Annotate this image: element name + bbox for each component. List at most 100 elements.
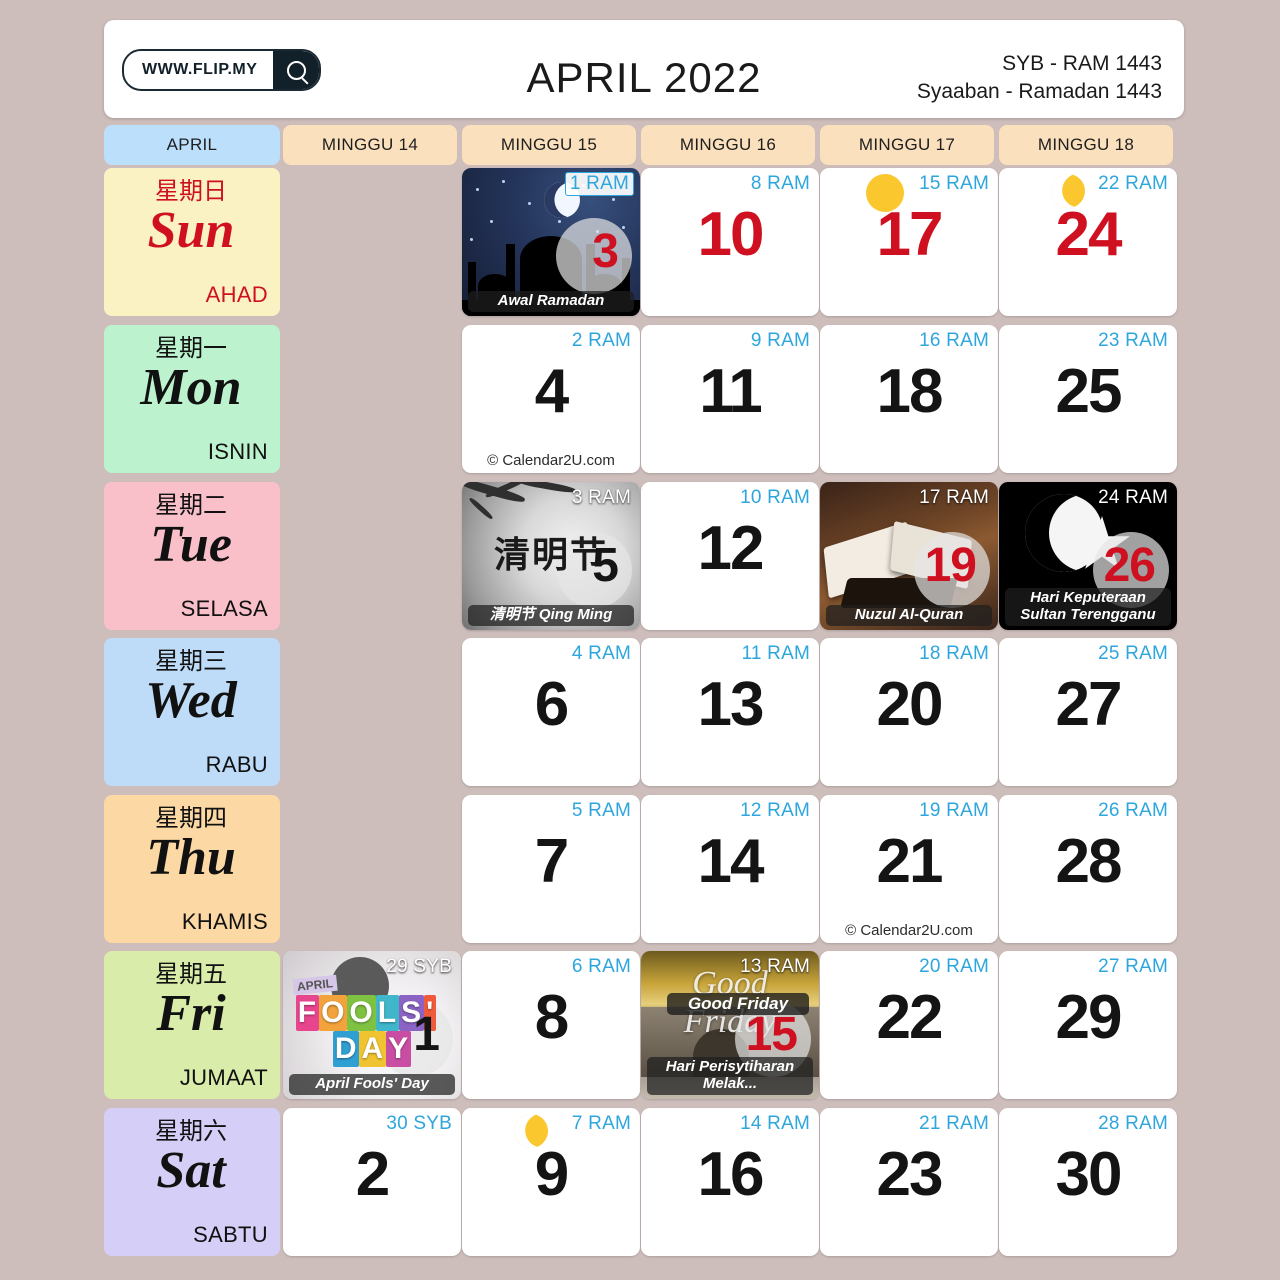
calendar-cell[interactable]: 18 RAM 20: [820, 638, 998, 786]
day-label-sun: 星期日 Sun AHAD: [104, 168, 280, 316]
calendar-cell[interactable]: 23 RAM 25: [999, 325, 1177, 473]
calendar-cell[interactable]: 19 RAM 21 © Calendar2U.com: [820, 795, 998, 943]
day-label-english: Sun: [147, 201, 235, 259]
calendar-cell[interactable]: APRIL F O O L S ' D A Y 29 SYB 1 April Fools' Day: [283, 951, 461, 1099]
hijri-date-label: 26 RAM: [1098, 800, 1168, 821]
site-logo[interactable]: WWW.FLIP.MY: [122, 49, 322, 91]
day-label-malay: SABTU: [193, 1222, 268, 1247]
hijri-date-label: 8 RAM: [750, 173, 810, 194]
day-label-english: Wed: [145, 671, 237, 729]
day-number: 2: [355, 1140, 390, 1209]
day-number: 16: [697, 1140, 765, 1209]
day-number: 26: [1103, 539, 1156, 592]
day-number: 24: [1055, 200, 1123, 269]
calendar-cell[interactable]: 清明节 3 RAM 5 清明节 Qing Ming: [462, 482, 640, 630]
calendar-cell[interactable]: 10 RAM 12: [641, 482, 819, 630]
day-label-wed: 星期三 Wed RABU: [104, 638, 280, 786]
hijri-date-label: 14 RAM: [740, 1113, 810, 1134]
day-number: 4: [534, 357, 569, 426]
day-number: 27: [1055, 670, 1123, 739]
day-number: 15: [745, 1008, 798, 1061]
hijri-date-label: 22 RAM: [1098, 173, 1168, 194]
day-number: 12: [697, 514, 765, 583]
calendar-cell[interactable]: 11 RAM 13: [641, 638, 819, 786]
calendar-cell[interactable]: 20 RAM 22: [820, 951, 998, 1099]
hijri-date-label: 2 RAM: [571, 330, 631, 351]
day-number: 8: [534, 983, 569, 1052]
calendar-cell[interactable]: 30 SYB 2: [283, 1108, 461, 1256]
day-number: 11: [699, 357, 763, 426]
calendar-cell[interactable]: 1 RAM 3 Awal Ramadan: [462, 168, 640, 316]
hijri-date-label: 1 RAM: [564, 172, 634, 196]
calendar-cell[interactable]: 16 RAM 18: [820, 325, 998, 473]
day-label-malay: JUMAAT: [179, 1065, 268, 1090]
week-header-month: APRIL: [104, 125, 280, 165]
calendar-cell[interactable]: 28 RAM 30: [999, 1108, 1177, 1256]
week-header-chip: MINGGU 17: [820, 125, 994, 165]
calendar-cell[interactable]: 4 RAM 6: [462, 638, 640, 786]
calendar-cell-empty: [283, 638, 461, 786]
calendar-cell[interactable]: 17 RAM 19 Nuzul Al-Quran: [820, 482, 998, 630]
calendar-cell[interactable]: 27 RAM 29: [999, 951, 1177, 1099]
week-header-chip: MINGGU 14: [283, 125, 457, 165]
hijri-date-label: 20 RAM: [919, 956, 989, 977]
calendar-cell[interactable]: 5 RAM 7: [462, 795, 640, 943]
calendar-cell-empty: [283, 795, 461, 943]
event-label: Hari Perisytiharan Melak...: [647, 1057, 813, 1095]
hijri-date-label: 24 RAM: [1098, 487, 1168, 508]
day-number: 6: [534, 670, 569, 739]
calendar-cell[interactable]: 21 RAM 23: [820, 1108, 998, 1256]
hijri-date-label: 7 RAM: [571, 1113, 631, 1134]
site-logo-text: WWW.FLIP.MY: [142, 61, 258, 78]
calendar-cell[interactable]: 12 RAM 14: [641, 795, 819, 943]
hijri-date-label: 10 RAM: [740, 487, 810, 508]
calendar-cell[interactable]: 14 RAM 16: [641, 1108, 819, 1256]
hijri-date-label: 4 RAM: [571, 643, 631, 664]
week-header-chip: MINGGU 18: [999, 125, 1173, 165]
calendar-cell[interactable]: 8 RAM 10: [641, 168, 819, 316]
calendar-page: WWW.FLIP.MY APRIL 20 22 SYB - RAM 1443 Sy…: [0, 0, 1280, 1280]
hijri-date-label: 17 RAM: [919, 487, 989, 508]
good-friday-badge: Good Friday: [667, 993, 809, 1015]
hijri-date-label: 18 RAM: [919, 643, 989, 664]
calendar-cell[interactable]: 24 RAM 26 Hari Keputeraan Sultan Terenggan…: [999, 482, 1177, 630]
day-number: 29: [1055, 983, 1123, 1052]
week-header-chip: MINGGU 15: [462, 125, 636, 165]
hijri-date-label: 15 RAM: [919, 173, 989, 194]
calendar-cell[interactable]: 25 RAM 27: [999, 638, 1177, 786]
calendar-cell[interactable]: 6 RAM 8: [462, 951, 640, 1099]
calendar-header: WWW.FLIP.MY APRIL 2022 SYB - RAM 1443 Sy…: [104, 20, 1184, 118]
day-label-english: Mon: [140, 358, 242, 416]
calendar-cell[interactable]: 2 RAM 4 © Calendar2U.com: [462, 325, 640, 473]
day-number: 30: [1055, 1140, 1123, 1209]
event-label: Awal Ramadan: [468, 291, 634, 312]
day-number: 1: [413, 1008, 440, 1061]
day-label-english: Thu: [146, 828, 236, 886]
day-label-mon: 星期一 Mon ISNIN: [104, 325, 280, 473]
calendar-cell-empty: [283, 168, 461, 316]
day-number: 20: [876, 670, 944, 739]
hijri-date-label: 23 RAM: [1098, 330, 1168, 351]
calendar-cell[interactable]: 9 RAM 11: [641, 325, 819, 473]
day-label-malay: AHAD: [205, 282, 268, 307]
hijri-date-label: 12 RAM: [740, 800, 810, 821]
day-number: 14: [697, 827, 765, 896]
week-header-chip: MINGGU 16: [641, 125, 815, 165]
hijri-date-label: 21 RAM: [919, 1113, 989, 1134]
calendar-cell[interactable]: Good Friday Good Friday 13 RAM 15 Hari Peris…: [641, 951, 819, 1099]
calendar-cell[interactable]: 15 RAM 17: [820, 168, 998, 316]
hijri-short-label: SYB - RAM 1443: [1002, 52, 1162, 75]
day-number: 18: [876, 357, 944, 426]
day-label-malay: RABU: [205, 752, 268, 777]
watermark: © Calendar2U.com: [845, 922, 973, 939]
day-number: 3: [592, 225, 619, 278]
calendar-cell[interactable]: 26 RAM 28: [999, 795, 1177, 943]
calendar-cell[interactable]: 22 RAM 24: [999, 168, 1177, 316]
calendar-cell[interactable]: 7 RAM 9: [462, 1108, 640, 1256]
day-label-fri: 星期五 Fri JUMAAT: [104, 951, 280, 1099]
day-label-english: Fri: [156, 984, 226, 1042]
search-button[interactable]: [273, 51, 320, 89]
week-header-row: APRIL MINGGU 14 MINGGU 15 MINGGU 16 MINGGU 1…: [104, 125, 1184, 165]
day-number: 22: [876, 983, 944, 1052]
hijri-long-label: Syaaban - Ramadan 1443: [916, 79, 1162, 103]
